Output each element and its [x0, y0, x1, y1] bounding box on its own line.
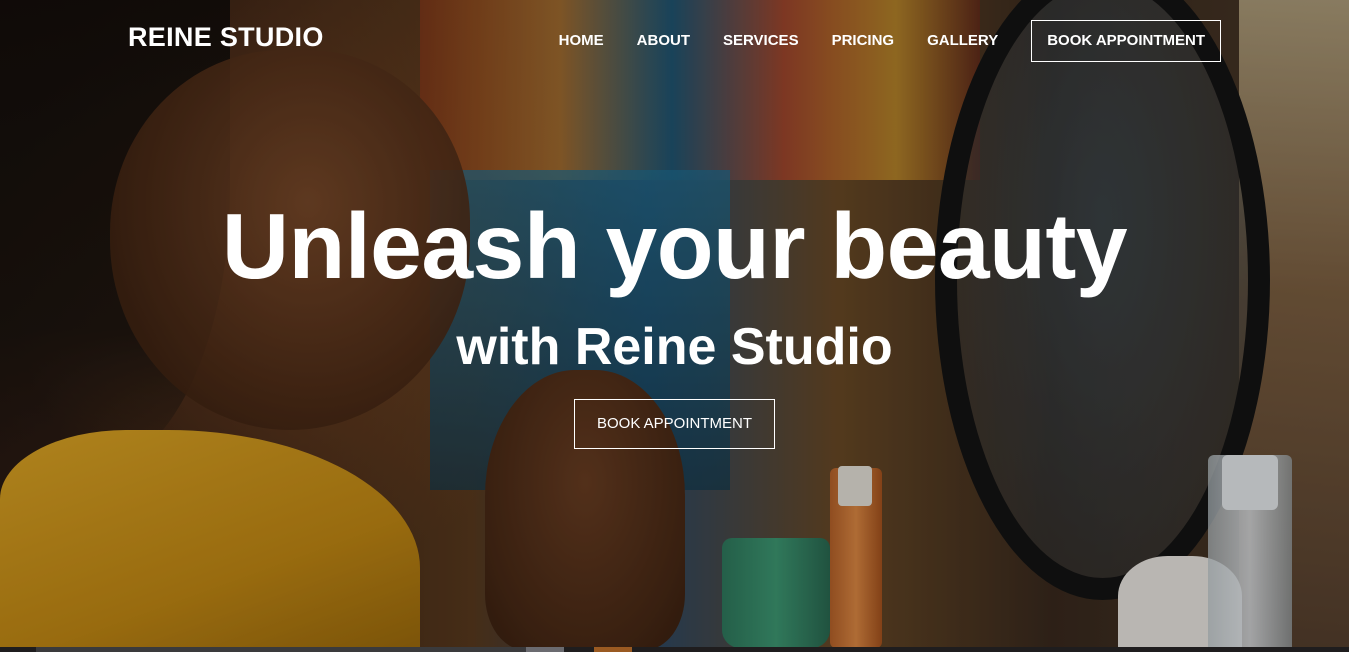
hero-headline: Unleash your beauty	[221, 194, 1128, 298]
main-nav: HOME ABOUT SERVICES PRICING GALLERY BOOK…	[559, 20, 1221, 62]
nav-item-home[interactable]: HOME	[559, 21, 604, 61]
nav-item-about[interactable]: ABOUT	[637, 21, 690, 61]
nav-item-pricing[interactable]: PRICING	[832, 21, 895, 61]
hero-book-appointment-button[interactable]: BOOK APPOINTMENT	[574, 399, 775, 449]
nav-item-gallery[interactable]: GALLERY	[927, 21, 998, 61]
nav-book-appointment-button[interactable]: BOOK APPOINTMENT	[1031, 20, 1221, 62]
hero-subheadline: with Reine Studio	[456, 318, 893, 376]
nav-item-services[interactable]: SERVICES	[723, 21, 799, 61]
strip-segment	[36, 647, 526, 652]
site-logo[interactable]: REINE STUDIO	[128, 22, 324, 53]
bottom-strip	[0, 647, 1349, 652]
strip-segment	[526, 647, 564, 652]
hero-section: REINE STUDIO HOME ABOUT SERVICES PRICING…	[0, 0, 1349, 647]
strip-segment	[594, 647, 632, 652]
